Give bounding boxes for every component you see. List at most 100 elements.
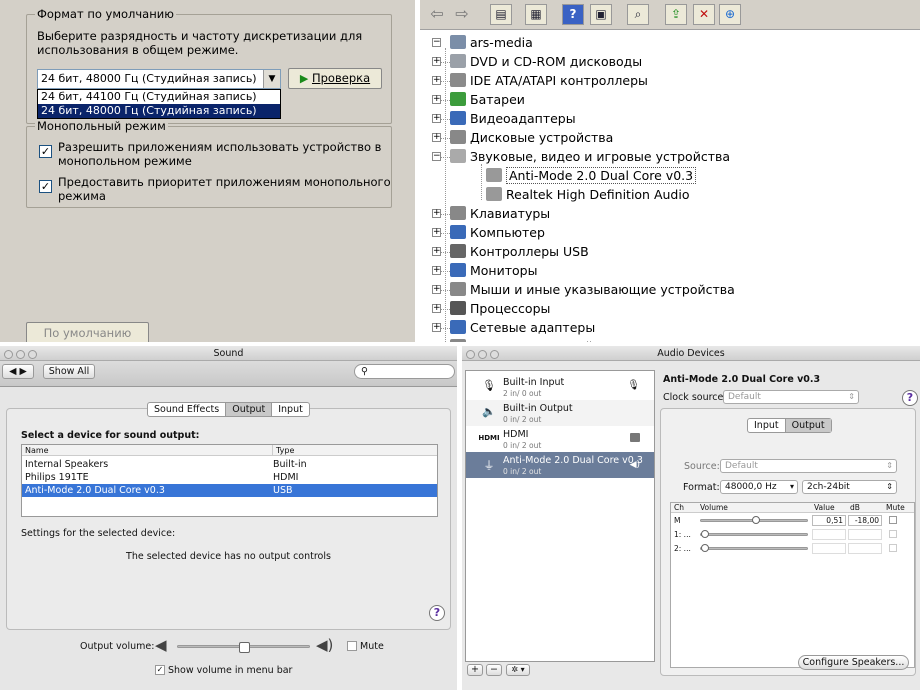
back-arrow-icon[interactable]: ⇦ [426,4,448,25]
master-volume-knob[interactable] [752,516,761,524]
sample-rate-select[interactable]: 48000,0 Hz ▾ [720,480,798,494]
expand-icon[interactable]: + [432,228,441,237]
table-row[interactable]: Internal Speakers Built-in [22,458,437,471]
tree-category[interactable]: + Сетевые адаптеры [432,319,595,337]
configure-speakers-button[interactable]: Configure Speakers... [798,655,909,670]
table-row[interactable]: Philips 191TE HDMI [22,471,437,484]
tree-root[interactable]: − ars-media [430,34,533,52]
device-anti-mode-selected[interactable]: ⏚ Anti-Mode 2.0 Dual Core v0.3 0 in/ 2 o… [466,452,654,478]
mute-checkbox[interactable] [347,641,357,651]
forward-arrow-icon[interactable]: ⇨ [451,4,473,25]
expand-icon[interactable]: + [432,114,441,123]
back-triangle-icon[interactable]: ◀ [9,366,16,377]
channel-1-mute-checkbox[interactable] [889,530,897,538]
tree-child-device[interactable]: Anti-Mode 2.0 Dual Core v0.3 [486,167,697,185]
tab-output[interactable]: Output [785,419,831,432]
output-volume-knob[interactable] [238,642,250,653]
tree-category[interactable]: + Контроллеры USB [432,243,589,261]
expand-icon[interactable]: + [432,209,441,218]
disable-device-icon[interactable]: ⊕ [719,4,741,25]
master-mute-checkbox[interactable] [889,516,897,524]
channel-1-volume-knob[interactable] [701,530,709,538]
test-button[interactable]: ▶ Проверка [288,68,382,89]
tree-category[interactable]: + Компьютер [432,224,545,242]
tab-input[interactable]: Input [748,419,786,432]
column-type[interactable]: Type [272,445,294,456]
column-name[interactable]: Name [25,445,49,456]
scan-hardware-icon[interactable]: ⌕ [627,4,649,25]
channel-2-db-field[interactable] [848,543,882,554]
expand-icon[interactable]: + [432,323,441,332]
back-forward-buttons[interactable]: ◀ ▶ [2,364,34,379]
allow-exclusive-checkbox[interactable]: ✓ [39,145,52,158]
channel-1-db-field[interactable] [848,529,882,540]
device-hdmi[interactable]: HDMI HDMI 0 in/ 2 out [466,426,654,452]
chevron-down-icon[interactable]: ▼ [263,70,280,88]
tab-input[interactable]: Input [272,403,309,416]
device-built-in-output[interactable]: 🔈 Built-in Output 0 in/ 2 out [466,400,654,426]
tree-category[interactable]: + Дисковые устройства [432,129,613,147]
tree-category[interactable]: + Видеоадаптеры [432,110,576,128]
tree-category[interactable]: + Мыши и иные указывающие устройства [432,281,735,299]
master-db-field[interactable]: -18,00 [848,515,882,526]
expand-icon[interactable]: + [432,57,441,66]
restore-defaults-button[interactable]: По умолчанию [26,322,149,342]
tab-output[interactable]: Output [226,403,273,416]
add-device-button[interactable]: + [467,664,483,676]
device-built-in-input[interactable]: 🎙 Built-in Input 2 in/ 0 out 🎙 [466,374,654,400]
show-all-button[interactable]: Show All [43,364,95,379]
expand-icon[interactable]: + [432,266,441,275]
uninstall-icon[interactable]: ✕ [693,4,715,25]
gear-menu-button[interactable]: ✲ ▾ [506,664,530,676]
update-driver-icon[interactable]: ⇪ [665,4,687,25]
tab-sound-effects[interactable]: Sound Effects [148,403,227,416]
show-volume-checkbox[interactable]: ✓ [155,665,165,675]
minimize-icon[interactable] [478,350,487,359]
exclusive-priority-checkbox[interactable]: ✓ [39,180,52,193]
tree-category[interactable]: − Звуковые, видео и игровые устройства [432,148,730,166]
table-row-selected[interactable]: Anti-Mode 2.0 Dual Core v0.3 USB [22,484,437,497]
close-icon[interactable] [466,350,475,359]
close-icon[interactable] [4,350,13,359]
default-format-combobox[interactable]: 24 бит, 48000 Гц (Студийная запись) ▼ [37,69,281,89]
source-select[interactable]: Default ⇕ [720,459,897,473]
document-icon[interactable]: ▦ [525,4,547,25]
zoom-icon[interactable] [490,350,499,359]
tree-category[interactable]: + DVD и CD-ROM дисководы [432,53,642,71]
tree-category[interactable]: + Клавиатуры [432,205,550,223]
help-icon[interactable]: ? [562,4,584,25]
dropdown-option-selected[interactable]: 24 бит, 48000 Гц (Студийная запись) [38,104,280,118]
view-icon[interactable]: ▣ [590,4,612,25]
help-icon[interactable]: ? [429,605,445,621]
channel-2-volume-knob[interactable] [701,544,709,552]
channel-2-value-field[interactable] [812,543,846,554]
channel-2-volume-slider[interactable] [700,544,808,552]
master-volume-slider[interactable] [700,516,808,524]
master-value-field[interactable]: 0,51 [812,515,846,526]
clock-source-select[interactable]: Default ⇕ [723,390,859,404]
channel-1-value-field[interactable] [812,529,846,540]
expand-icon[interactable]: + [432,304,441,313]
remove-device-button[interactable]: − [486,664,502,676]
collapse-icon[interactable]: − [432,38,441,47]
tree-category[interactable]: + Мониторы [432,262,537,280]
tree-category[interactable]: + IDE ATA/ATAPI контроллеры [432,72,648,90]
output-volume-slider[interactable] [177,642,310,653]
expand-icon[interactable]: + [432,133,441,142]
help-icon[interactable]: ? [902,390,918,406]
channel-2-mute-checkbox[interactable] [889,544,897,552]
expand-icon[interactable]: + [432,285,441,294]
expand-icon[interactable]: + [432,247,441,256]
channel-1-volume-slider[interactable] [700,530,808,538]
zoom-icon[interactable] [28,350,37,359]
forward-triangle-icon[interactable]: ▶ [20,366,27,377]
search-field[interactable]: ⚲ [354,364,455,379]
tree-category[interactable]: + Батареи [432,91,525,109]
collapse-icon[interactable]: − [432,152,441,161]
properties-icon[interactable]: ▤ [490,4,512,25]
tree-child-device[interactable]: Realtek High Definition Audio [486,186,689,204]
bit-depth-select[interactable]: 2ch-24bit ⇕ [802,480,897,494]
expand-icon[interactable]: + [432,95,441,104]
tree-category[interactable]: + Процессоры [432,300,550,318]
dropdown-option[interactable]: 24 бит, 44100 Гц (Студийная запись) [38,90,280,104]
